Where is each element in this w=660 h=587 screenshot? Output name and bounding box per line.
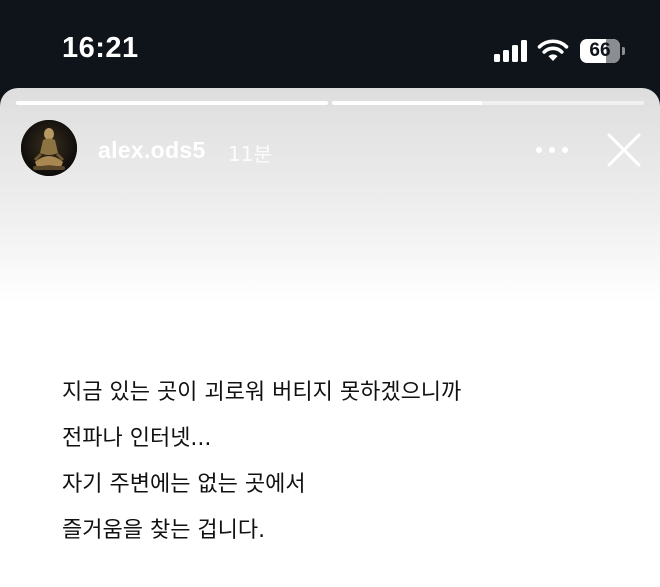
- story-line-2: 전파나 인터넷...: [62, 426, 212, 451]
- story-progress: [16, 101, 644, 105]
- close-button[interactable]: [604, 130, 644, 170]
- story-username[interactable]: alex.ods5: [98, 137, 206, 164]
- progress-segment-2: [332, 101, 644, 105]
- battery-tip: [622, 47, 625, 55]
- story-time-ago: 11분: [228, 142, 272, 166]
- close-icon: [607, 133, 641, 167]
- progress-fill-2: [332, 101, 482, 105]
- battery-icon: 66: [580, 39, 626, 63]
- battery-level: 66: [589, 40, 611, 61]
- battery-body: 66: [580, 39, 620, 63]
- progress-fill-1: [16, 101, 328, 105]
- avatar[interactable]: [21, 120, 77, 176]
- story-line-3: 자기 주변에는 없는 곳에서: [62, 472, 306, 497]
- status-bar: 16:21 66: [0, 0, 660, 88]
- story-screen: 16:21 66 alex.ods5 11분 지금 있는 곳이 괴로워 버티지 …: [0, 0, 660, 587]
- status-time: 16:21: [62, 32, 139, 64]
- avatar-image: [21, 120, 77, 176]
- story-line-4: 즐거움을 찾는 겁니다.: [62, 518, 266, 543]
- wifi-icon: [537, 39, 569, 61]
- more-button[interactable]: [532, 140, 572, 160]
- cellular-signal-icon: [494, 40, 527, 62]
- story-text: 지금 있는 곳이 괴로워 버티지 못하겠으니까 전파나 인터넷... 자기 주변…: [62, 370, 622, 554]
- story-card[interactable]: alex.ods5 11분 지금 있는 곳이 괴로워 버티지 못하겠으니까 전파…: [0, 88, 660, 587]
- story-line-1: 지금 있는 곳이 괴로워 버티지 못하겠으니까: [62, 380, 462, 405]
- progress-segment-1: [16, 101, 328, 105]
